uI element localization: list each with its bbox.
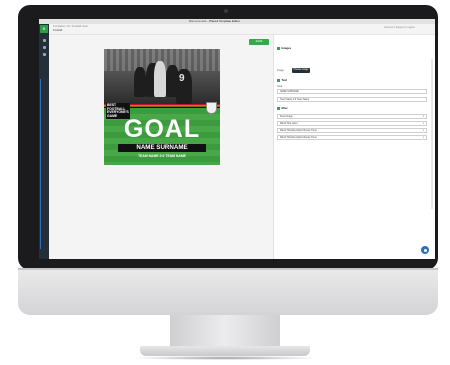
player-figure [154, 61, 166, 97]
monitor-chin [18, 270, 438, 315]
page-title: Football [53, 29, 63, 32]
text-icon [277, 78, 280, 82]
misc-section-title: Misc [277, 106, 288, 110]
misc-select-4-value: Match Title/Description/Footer Timer [280, 137, 317, 139]
help-chat-icon[interactable] [421, 246, 429, 254]
text-input-teams[interactable]: Team Name 2:0 Team Name [277, 97, 427, 102]
nav-home-icon[interactable] [42, 39, 46, 42]
chevron-down-icon: ▾ [422, 116, 424, 118]
monitor-base [140, 346, 310, 356]
crest-icon [206, 102, 217, 114]
nav-templates-icon[interactable] [42, 46, 46, 49]
account-links[interactable]: Account | Support | Logout [384, 26, 415, 29]
text-input-teams-value: Team Name 2:0 Team Name [280, 99, 310, 101]
poster-preview[interactable]: 9 BEST FOOTBALL EVERYONE'S GAME GOAL NAM… [104, 49, 220, 165]
image-icon [277, 46, 280, 50]
misc-select-1-value: Fixed Image [280, 116, 293, 118]
misc-section-label: Misc [281, 106, 288, 110]
app-logo[interactable]: B [40, 25, 48, 33]
jersey-number: 9 [179, 73, 185, 84]
images-section-label: Images [281, 46, 292, 50]
misc-select-3-value: Match Title/Description/Footer Timer [280, 130, 317, 132]
chevron-down-icon: ▾ [422, 130, 424, 132]
poster-name: NAME SURNAME [118, 144, 206, 152]
browser-title: Bannersnack - Placeit Template Editor [189, 19, 240, 24]
text-input-name[interactable]: NAME SURNAME [277, 89, 427, 94]
misc-select-1[interactable]: Fixed Image ▾ [277, 114, 427, 119]
misc-select-2-value: Match Title Label [280, 123, 298, 125]
image-label: Image [277, 69, 284, 72]
poster-teams: TEAM NAME 2:0 TEAM NAME [138, 154, 186, 158]
choose-image-button[interactable]: Choose Image [292, 68, 310, 73]
browser-title-main: Placeit Template Editor [209, 19, 240, 23]
misc-select-3[interactable]: Match Title/Description/Footer Timer ▾ [277, 128, 427, 133]
camera-icon [224, 9, 228, 13]
chevron-down-icon: ▾ [422, 123, 424, 125]
misc-select-2[interactable]: Match Title Label ▾ [277, 121, 427, 126]
text-field-label: Goal [277, 85, 283, 88]
nav-settings-icon[interactable] [42, 53, 46, 56]
player-figure [134, 67, 146, 97]
misc-select-4[interactable]: Match Title/Description/Footer Timer ▾ [277, 135, 427, 140]
text-section-title: Text [277, 78, 287, 82]
misc-icon [277, 106, 280, 110]
text-input-name-value: NAME SURNAME [280, 91, 299, 93]
images-section-title: Images [277, 46, 291, 50]
text-section-label: Text [281, 78, 288, 82]
save-button[interactable]: SAVE [249, 39, 269, 45]
chevron-down-icon: ▾ [422, 137, 424, 139]
screen: Bannersnack - Placeit Template Editor B … [39, 19, 435, 259]
monitor-stand [170, 315, 280, 348]
floor-shadow [130, 356, 320, 360]
browser-title-prefix: Bannersnack - [189, 19, 210, 23]
panel-scrollbar[interactable] [431, 59, 433, 209]
nav-divider [40, 79, 49, 249]
poster-headline: GOAL [123, 115, 201, 143]
